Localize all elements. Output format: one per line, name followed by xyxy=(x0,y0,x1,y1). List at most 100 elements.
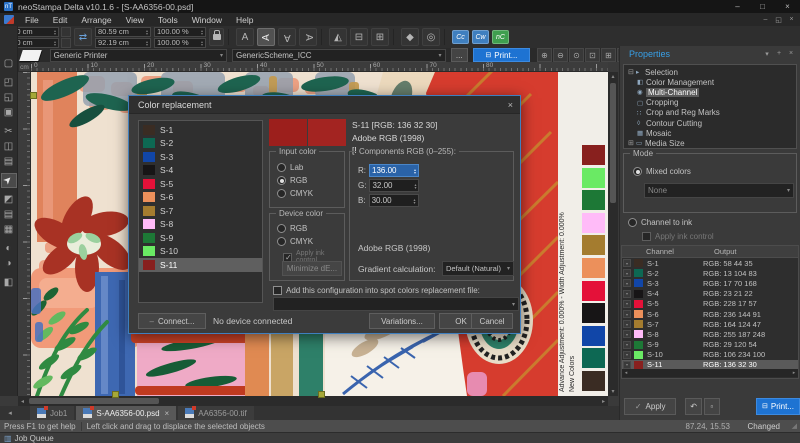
row-spinner-icon[interactable]: ▾ xyxy=(623,361,631,369)
row-spinner-icon[interactable]: ▾ xyxy=(623,330,631,338)
spot-color-item[interactable]: S-9 xyxy=(139,231,262,245)
menu-item[interactable]: Edit xyxy=(46,13,75,26)
width-field[interactable]: 80.59 cm▴▾ xyxy=(95,27,151,37)
scheme-select[interactable]: GenericScheme_ICC▾ xyxy=(232,49,446,62)
spot-color-item[interactable]: S-1 xyxy=(139,123,262,137)
channel-row[interactable]: ▾ S-8 RGB: 255 187 248 xyxy=(622,329,798,339)
scroll-left-icon[interactable]: ◂ xyxy=(18,398,27,405)
menu-item[interactable]: Window xyxy=(185,13,229,26)
scroll-left-icon[interactable]: ◂ xyxy=(622,370,630,376)
spot-color-item[interactable]: S-8 xyxy=(139,218,262,232)
output-column-header[interactable]: Output xyxy=(714,247,737,256)
tree-item[interactable]: ▦ Mosaic xyxy=(624,128,796,138)
apply-button[interactable]: ✓ Apply xyxy=(624,398,676,415)
selection-handle[interactable] xyxy=(112,391,119,398)
lab-radio[interactable]: Lab xyxy=(277,163,303,172)
spot-color-item[interactable]: S-7 xyxy=(139,204,262,218)
channel-row[interactable]: ▾ S-6 RGB: 236 144 91 xyxy=(622,309,798,319)
color-picker-icon[interactable]: ◎ xyxy=(422,28,440,46)
rgb-radio[interactable]: RGB xyxy=(277,176,307,185)
spot-file-select[interactable]: ▾ xyxy=(273,297,519,311)
channel-row[interactable]: ▾ S-7 RGB: 164 124 47 xyxy=(622,319,798,329)
minimize-icon[interactable]: – xyxy=(725,0,750,13)
mixed-colors-radio[interactable]: Mixed colors xyxy=(633,167,691,176)
tree-item[interactable]: ∷ Crop and Reg Marks xyxy=(624,108,796,118)
zoom-tool-button[interactable]: ⊖ xyxy=(553,48,568,62)
channel-row[interactable]: ▾ S-4 RGB: 23 21 22 xyxy=(622,289,798,299)
mixed-colors-select[interactable]: None▾ xyxy=(644,183,794,198)
row-spinner-icon[interactable]: ▾ xyxy=(623,351,631,359)
mdi-minimize-icon[interactable]: – xyxy=(759,14,772,25)
rotate-0-button[interactable]: A xyxy=(236,28,254,46)
row-spinner-icon[interactable]: ▾ xyxy=(623,310,631,318)
spot-color-item[interactable]: S-6 xyxy=(139,191,262,205)
menu-item[interactable]: Tools xyxy=(151,13,185,26)
spot-color-item[interactable]: S-4 xyxy=(139,164,262,178)
rotate-90cw-button[interactable]: A xyxy=(299,28,317,46)
table-scrollbar[interactable]: ◂ ▸ xyxy=(622,369,798,377)
menu-item[interactable]: File xyxy=(18,13,46,26)
spot-color-item[interactable]: S-5 xyxy=(139,177,262,191)
channel-row[interactable]: ▾ S-5 RGB: 228 17 57 xyxy=(622,299,798,309)
row-spinner-icon[interactable]: ▾ xyxy=(623,269,631,277)
lock-ratio-icon[interactable] xyxy=(209,28,224,46)
open-file-icon[interactable]: ◰ xyxy=(1,75,17,90)
zoom-tool-button[interactable]: ⊕ xyxy=(537,48,552,62)
rotate-180-button[interactable]: A xyxy=(278,28,296,46)
cmyk-radio[interactable]: CMYK xyxy=(277,189,313,198)
print-button-bottom[interactable]: ⊟ Print... xyxy=(756,398,800,415)
channel-table-header[interactable]: Channel Output xyxy=(622,246,798,258)
row-spinner-icon[interactable]: ▾ xyxy=(623,259,631,267)
row-spinner-icon[interactable]: ▾ xyxy=(623,300,631,308)
cut-icon[interactable]: ✂ xyxy=(1,124,17,139)
scroll-right-icon[interactable]: ▸ xyxy=(790,370,798,376)
tree-item[interactable]: ▢ Cropping xyxy=(624,98,796,108)
gradient-select[interactable]: Default (Natural)▾ xyxy=(442,261,514,276)
tree-item[interactable]: ◧ Color Management xyxy=(624,77,796,87)
minimize-de-button[interactable]: Minimize dE... xyxy=(282,261,342,276)
scroll-up-icon[interactable]: ▴ xyxy=(611,72,614,81)
select-tool-icon[interactable]: ➤ xyxy=(1,173,17,188)
paste-icon[interactable]: ▤ xyxy=(1,154,17,169)
spot-color-item[interactable]: S-10 xyxy=(139,245,262,259)
channel-column-header[interactable]: Channel xyxy=(646,247,714,256)
channel-row[interactable]: ▾ S-3 RGB: 17 70 168 xyxy=(622,278,798,288)
position-option-button[interactable] xyxy=(61,38,71,48)
maximize-icon[interactable]: □ xyxy=(750,0,775,13)
document-tab[interactable]: S-AA6356-00.psd × xyxy=(76,406,176,420)
tab-close-icon[interactable]: × xyxy=(165,409,170,418)
scale-y-field[interactable]: 100.00 %▴▾ xyxy=(154,38,206,48)
dialog-close-icon[interactable]: × xyxy=(508,100,513,110)
tab-scroll-left-icon[interactable]: ◂ xyxy=(4,409,16,417)
row-spinner-icon[interactable]: ▾ xyxy=(623,341,631,349)
mdi-close-icon[interactable]: × xyxy=(785,14,798,25)
pin-icon[interactable]: + xyxy=(773,50,785,58)
selection-handle[interactable] xyxy=(318,391,325,398)
height-field[interactable]: 92.19 cm▴▾ xyxy=(95,38,151,48)
row-spinner-icon[interactable]: ▾ xyxy=(623,320,631,328)
rotate-90ccw-button[interactable]: A xyxy=(257,28,275,46)
tree-item[interactable]: ⊞ ▭ Media Size xyxy=(624,138,796,148)
spot-color-item[interactable]: S-11 xyxy=(139,258,262,272)
zoom-tool-button[interactable]: ⊞ xyxy=(601,48,616,62)
zoom-tool-button[interactable]: ⊙ xyxy=(569,48,584,62)
print-button[interactable]: ⊟ Print... xyxy=(473,48,530,62)
save-file-icon[interactable]: ◱ xyxy=(1,90,17,105)
scroll-down-icon[interactable]: ▾ xyxy=(611,387,614,396)
zoom-tool-button[interactable]: ⊡ xyxy=(585,48,600,62)
scroll-thumb[interactable] xyxy=(610,83,616,203)
panel-menu-icon[interactable]: ▾ xyxy=(761,50,773,58)
device-cmyk-radio[interactable]: CMYK xyxy=(277,237,313,246)
more-button[interactable]: ... xyxy=(451,48,468,62)
row-spinner-icon[interactable]: ▾ xyxy=(623,290,631,298)
device-rgb-radio[interactable]: RGB xyxy=(277,224,307,233)
new-document-icon[interactable]: ▢ xyxy=(1,56,17,71)
scroll-thumb[interactable] xyxy=(29,398,159,404)
selection-handle[interactable] xyxy=(30,92,37,99)
mirror-icon[interactable]: ◭ xyxy=(329,28,347,46)
cancel-button[interactable]: Cancel xyxy=(471,313,513,329)
ink-drop-icon[interactable]: ◆ xyxy=(401,28,419,46)
channel-row[interactable]: ▾ S-10 RGB: 106 234 100 xyxy=(622,350,798,360)
vertical-scrollbar[interactable]: ▴ ▾ xyxy=(608,72,618,396)
tree-item[interactable]: ◊ Contour Cutting xyxy=(624,118,796,128)
